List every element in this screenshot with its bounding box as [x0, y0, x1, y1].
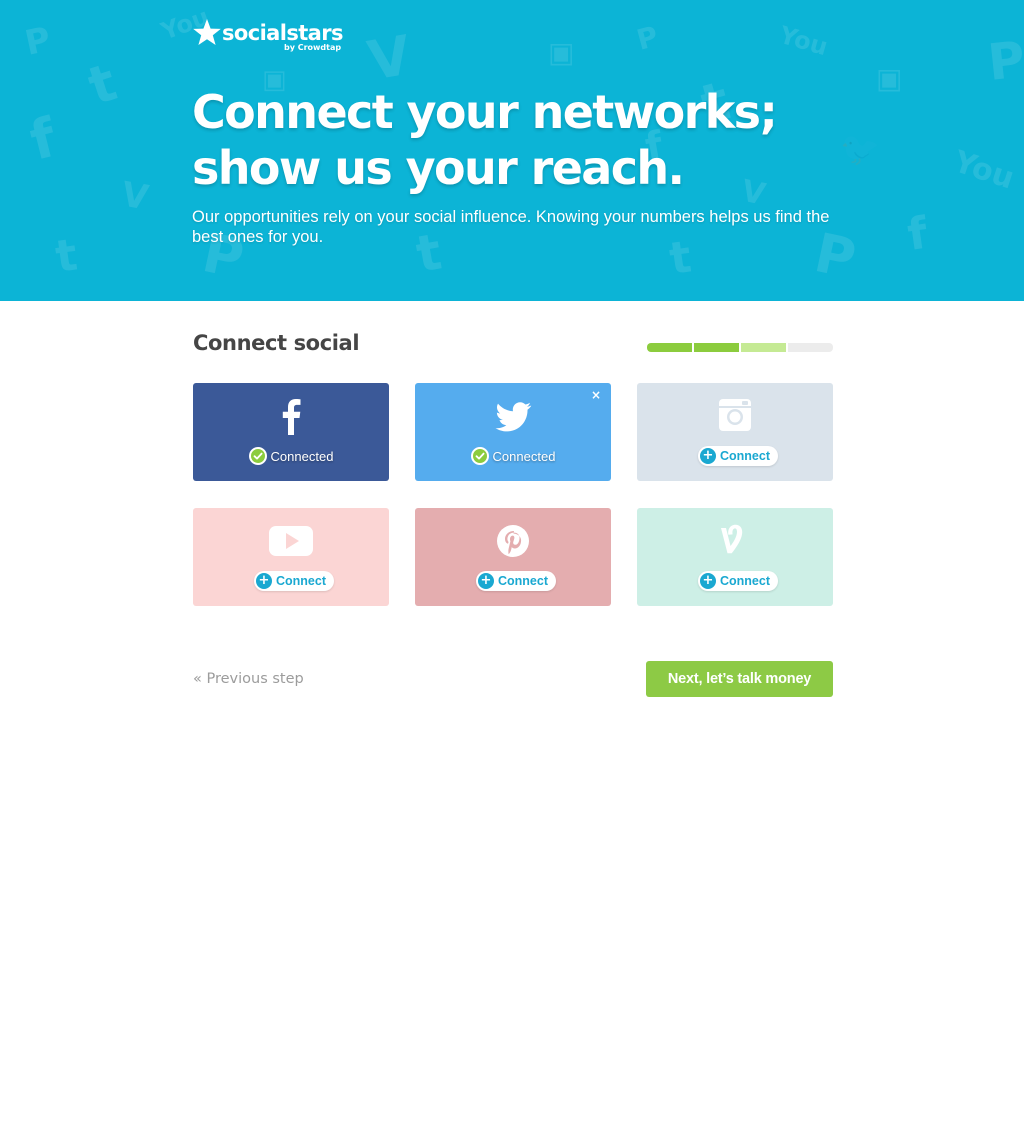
svg-text:f: f [904, 208, 931, 261]
plus-icon: + [700, 448, 716, 464]
plus-icon: + [700, 573, 716, 589]
connected-label: Connected [492, 448, 556, 464]
logo-wordmark: socialstars [222, 21, 344, 45]
connected-badge: Connected [415, 447, 611, 469]
hero-title-line-1: Connect your networks; [192, 85, 778, 139]
network-tile-facebook[interactable]: Connected [193, 383, 389, 481]
progress-segment [741, 343, 786, 352]
hero-title-line-2: show us your reach. [192, 141, 685, 195]
network-tile-twitter[interactable]: × Connected [415, 383, 611, 481]
twitter-icon [495, 402, 532, 432]
connect-label: Connect [720, 449, 770, 463]
progress-segment [647, 343, 692, 352]
network-tile-instagram[interactable]: + Connect [637, 383, 833, 481]
check-icon [248, 447, 267, 465]
svg-text:V: V [118, 174, 152, 218]
plus-icon: + [478, 573, 494, 589]
svg-text:You: You [949, 144, 1019, 196]
hero-subtitle: Our opportunities rely on your social in… [192, 208, 830, 246]
svg-text:V: V [363, 23, 415, 92]
check-icon [470, 447, 489, 465]
facebook-icon [282, 399, 301, 435]
network-tile-pinterest[interactable]: + Connect [415, 508, 611, 606]
connect-button[interactable]: + Connect [254, 571, 334, 591]
previous-step-link[interactable]: « Previous step [193, 669, 304, 689]
section-title: Connect social [193, 331, 360, 355]
connected-label: Connected [270, 448, 334, 464]
svg-text:P: P [22, 19, 55, 63]
svg-text:▣: ▣ [876, 62, 902, 95]
connect-button[interactable]: + Connect [698, 571, 778, 591]
disconnect-close-icon[interactable]: × [589, 388, 603, 402]
svg-text:▣: ▣ [548, 36, 574, 69]
connected-badge: Connected [193, 447, 389, 469]
svg-text:You: You [775, 21, 831, 62]
hero-title: Connect your networks; show us your reac… [192, 84, 832, 196]
network-tile-youtube[interactable]: + Connect [193, 508, 389, 606]
progress-segment [788, 343, 833, 352]
svg-text:🐦: 🐦 [840, 130, 880, 168]
instagram-icon [719, 399, 751, 431]
logo-byline: by Crowdtap [284, 43, 342, 52]
connect-button[interactable]: + Connect [698, 446, 778, 466]
connect-label: Connect [276, 574, 326, 588]
pinterest-icon [497, 525, 529, 557]
network-tile-vine[interactable]: + Connect [637, 508, 833, 606]
svg-text:t: t [81, 53, 123, 118]
youtube-icon [269, 526, 313, 556]
svg-text:f: f [24, 106, 63, 173]
plus-icon: + [256, 573, 272, 589]
connect-label: Connect [720, 574, 770, 588]
svg-text:P: P [633, 20, 661, 57]
next-step-button[interactable]: Next, let’s talk money [646, 661, 833, 697]
connect-button[interactable]: + Connect [476, 571, 556, 591]
socialstars-logo[interactable]: socialstars by Crowdtap [192, 18, 344, 54]
step-progress-bar [647, 343, 833, 352]
star-logo-icon [193, 19, 221, 45]
vine-icon [721, 524, 743, 554]
progress-segment [694, 343, 739, 352]
svg-text:t: t [52, 229, 80, 282]
connect-label: Connect [498, 574, 548, 588]
hero-banner: P t f V t You ▣ V P t ▣ P t f V t You ▣ … [0, 0, 1024, 301]
svg-text:P: P [985, 30, 1024, 92]
